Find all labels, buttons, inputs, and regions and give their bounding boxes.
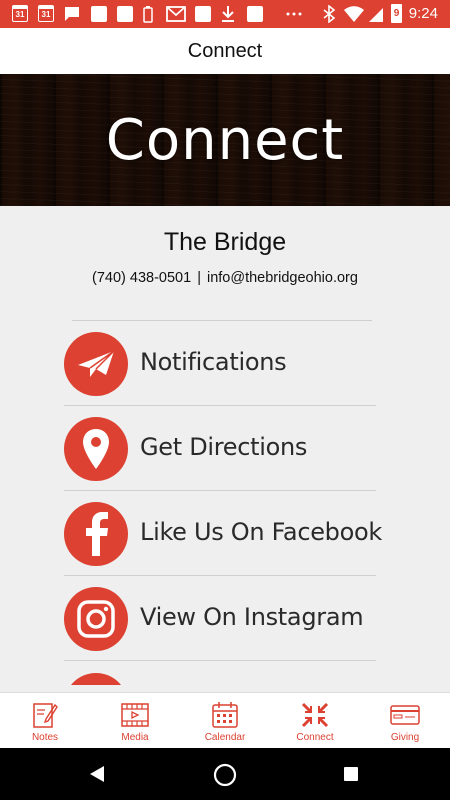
menu-item-label: Notifications <box>140 348 287 376</box>
contact-separator: | <box>197 270 201 286</box>
menu-item-get-directions[interactable]: Get Directions <box>64 406 376 491</box>
wifi-icon <box>344 6 364 22</box>
recents-icon[interactable] <box>343 766 359 782</box>
calendar-icon: 31 <box>38 5 54 22</box>
notes-icon <box>33 703 58 728</box>
app-bar-title: Connect <box>0 28 450 74</box>
tab-label: Connect <box>296 732 334 743</box>
status-bar: 31 31 9 9:24 <box>0 0 450 28</box>
square-icon <box>117 6 133 22</box>
battery-icon <box>143 6 153 23</box>
battery-icon: 9 <box>391 4 402 23</box>
paper-plane-icon <box>64 332 128 396</box>
menu-item-label: View On Instagram <box>140 603 364 631</box>
tab-label: Notes <box>31 732 59 743</box>
back-icon[interactable] <box>88 765 106 783</box>
bluetooth-icon <box>323 5 336 23</box>
phone-link[interactable]: (740) 438-0501 <box>92 270 191 286</box>
org-contact: (740) 438-0501 | info@thebridgeohio.org <box>0 270 450 286</box>
calendar-icon <box>212 702 238 728</box>
map-pin-icon <box>64 417 128 481</box>
tab-notes[interactable]: Notes <box>0 693 90 749</box>
square-icon <box>91 6 107 22</box>
tab-label: Media <box>121 732 149 743</box>
tab-connect[interactable]: Connect <box>270 693 360 749</box>
message-icon <box>65 7 79 21</box>
tab-media[interactable]: Media <box>90 693 180 749</box>
connect-icon <box>301 702 329 728</box>
tab-label: Giving <box>390 732 420 743</box>
media-icon <box>121 703 149 727</box>
menu-item-facebook[interactable]: Like Us On Facebook <box>64 491 382 576</box>
square-icon <box>195 6 211 22</box>
menu-item-label: Get Directions <box>140 433 308 461</box>
menu-item-instagram[interactable]: View On Instagram <box>64 576 376 661</box>
calendar-icon: 31 <box>12 5 28 22</box>
gmail-icon <box>166 6 186 22</box>
more-icon <box>286 12 302 16</box>
home-icon[interactable] <box>213 763 237 787</box>
giving-icon <box>390 705 420 725</box>
square-icon <box>247 6 263 22</box>
menu-item-notifications[interactable]: Notifications <box>64 321 376 406</box>
menu-item-label: Like Us On Facebook <box>140 518 382 546</box>
instagram-icon <box>64 587 128 651</box>
status-time: 9:24 <box>408 5 438 22</box>
download-icon <box>222 6 234 22</box>
email-link[interactable]: info@thebridgeohio.org <box>207 270 358 286</box>
hero-title: Connect <box>105 108 345 173</box>
bottom-tab-bar: Notes Media Calendar Connect Giving <box>0 692 450 749</box>
email-icon <box>64 673 128 685</box>
facebook-icon <box>64 502 128 566</box>
menu-item-partial[interactable] <box>64 661 376 685</box>
tab-label: Calendar <box>204 732 246 743</box>
org-name: The Bridge <box>163 228 287 256</box>
tab-calendar[interactable]: Calendar <box>180 693 270 749</box>
tab-giving[interactable]: Giving <box>360 693 450 749</box>
android-nav-bar <box>0 748 450 800</box>
connect-menu: Notifications Get Directions Like Us On … <box>64 320 382 685</box>
signal-icon <box>369 8 383 22</box>
